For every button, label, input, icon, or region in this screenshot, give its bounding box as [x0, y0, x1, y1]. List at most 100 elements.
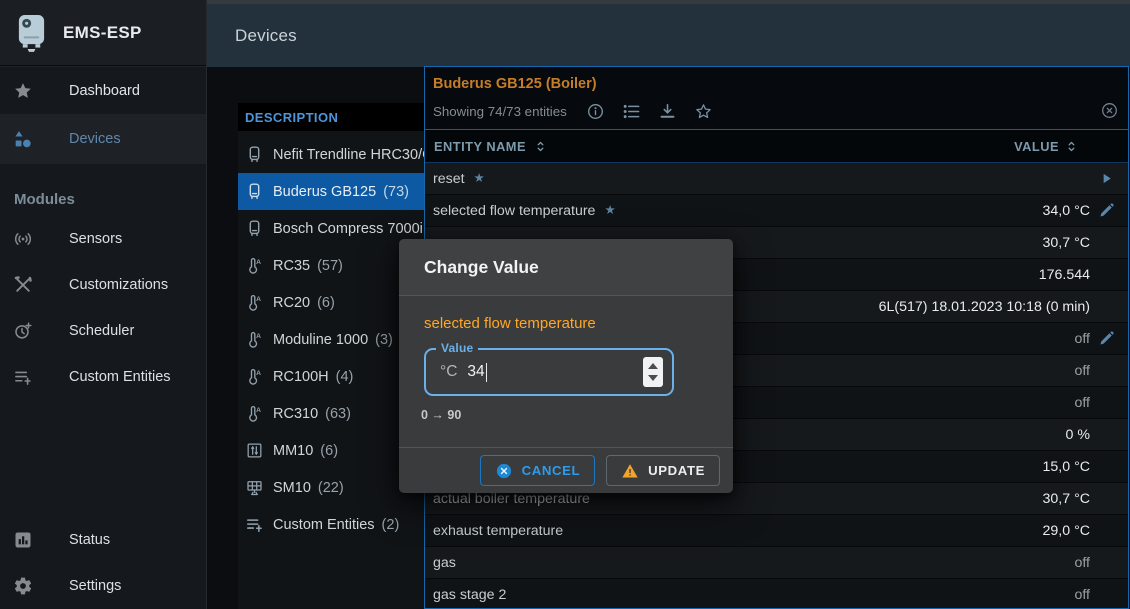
sidebar-item-label: Devices: [69, 131, 121, 147]
entity-name: reset: [433, 171, 465, 187]
device-list: Nefit Trendline HRC30/C Buderus GB125 (7…: [238, 131, 426, 543]
info-icon[interactable]: [586, 102, 605, 121]
cancel-button-label: CANCEL: [522, 463, 581, 478]
value-input[interactable]: Value °C 34: [424, 348, 674, 396]
device-item-rc310[interactable]: A RC310 (63): [238, 395, 426, 432]
solar-icon: [245, 478, 264, 497]
device-item-rc100h[interactable]: A RC100H (4): [238, 358, 426, 395]
value-column-label: VALUE: [1014, 139, 1059, 154]
device-label: RC35: [273, 258, 310, 274]
thermostat-icon: A: [245, 367, 264, 386]
run-command-icon[interactable]: [1098, 170, 1115, 187]
device-entity-count: (6): [320, 443, 338, 459]
boiler-icon: [245, 182, 264, 201]
device-item-nefit-trendline-hrc30-c[interactable]: Nefit Trendline HRC30/C: [238, 136, 426, 173]
sidebar-item-customizations[interactable]: Customizations: [0, 262, 206, 308]
entity-value: 34,0 °C: [1043, 203, 1090, 219]
ems-esp-app: EMS-ESP Dashboard Devices Modules Sensor…: [0, 0, 1130, 609]
entity-name-column-label: ENTITY NAME: [434, 139, 526, 154]
device-item-moduline-1000[interactable]: A Moduline 1000 (3): [238, 321, 426, 358]
device-entity-count: (22): [318, 480, 344, 496]
device-label: Nefit Trendline HRC30/C: [273, 147, 426, 163]
sort-icon[interactable]: [533, 139, 548, 154]
sidebar-item-settings[interactable]: Settings: [0, 563, 206, 609]
dialog-entity-label: selected flow temperature: [424, 315, 708, 332]
device-item-custom-entities[interactable]: Custom Entities (2): [238, 506, 426, 543]
thermostat-icon: A: [245, 293, 264, 312]
device-item-bosch-compress-7000i[interactable]: Bosch Compress 7000i: [238, 210, 426, 247]
device-label: RC310: [273, 406, 318, 422]
spinner-down-icon[interactable]: [648, 375, 658, 381]
change-value-dialog: Change Value selected flow temperature V…: [399, 239, 733, 493]
clock-plus-icon: [13, 321, 33, 341]
spinner-up-icon[interactable]: [648, 363, 658, 369]
dialog-title: Change Value: [424, 257, 539, 278]
sidebar-item-custom-entities[interactable]: Custom Entities: [0, 354, 206, 400]
app-logo-row: EMS-ESP: [0, 0, 206, 66]
entity-name: gas: [433, 555, 456, 571]
sidebar: EMS-ESP Dashboard Devices Modules Sensor…: [0, 0, 207, 609]
device-label: Bosch Compress 7000i: [273, 221, 423, 237]
sort-icon[interactable]: [1064, 139, 1079, 154]
entity-name: exhaust temperature: [433, 523, 563, 539]
close-panel-icon[interactable]: [1100, 101, 1119, 120]
entity-value: off: [1074, 395, 1090, 411]
table-row: gas stage 2 off: [425, 579, 1128, 608]
cancel-button[interactable]: CANCEL: [480, 455, 596, 486]
boiler-icon: [245, 145, 264, 164]
entity-value: off: [1074, 363, 1090, 379]
entity-value: off: [1074, 331, 1090, 347]
device-label: Custom Entities: [273, 517, 375, 533]
device-list-header[interactable]: DESCRIPTION: [238, 103, 426, 131]
entity-name-column-header[interactable]: ENTITY NAME: [434, 139, 1014, 154]
device-entity-count: (2): [382, 517, 400, 533]
entity-value: 15,0 °C: [1043, 459, 1090, 475]
cancel-circle-icon: [495, 462, 513, 480]
entity-name: selected flow temperature: [433, 203, 595, 219]
sidebar-item-dashboard[interactable]: Dashboard: [0, 66, 206, 115]
star-outline-icon[interactable]: [694, 102, 713, 121]
sidebar-item-scheduler[interactable]: Scheduler: [0, 308, 206, 354]
svg-text:A: A: [256, 296, 261, 303]
favorite-star-icon: ★: [474, 172, 485, 185]
edit-pencil-icon[interactable]: [1098, 330, 1115, 347]
sidebar-item-devices[interactable]: Devices: [0, 115, 206, 164]
app-title: EMS-ESP: [63, 23, 142, 43]
device-item-rc20[interactable]: A RC20 (6): [238, 284, 426, 321]
warning-icon: [621, 462, 639, 480]
value-column-header[interactable]: VALUE: [1014, 139, 1079, 154]
svg-text:A: A: [256, 333, 261, 340]
list-view-icon[interactable]: [622, 102, 641, 121]
device-item-rc35[interactable]: A RC35 (57): [238, 247, 426, 284]
download-icon[interactable]: [658, 102, 677, 121]
sidebar-item-status[interactable]: Status: [0, 517, 206, 563]
entity-value: 30,7 °C: [1043, 491, 1090, 507]
device-item-buderus-gb125[interactable]: Buderus GB125 (73): [238, 173, 426, 210]
text-cursor: [486, 363, 488, 382]
edit-pencil-icon[interactable]: [1098, 202, 1115, 219]
device-list-panel: DESCRIPTION Nefit Trendline HRC30/C Bude…: [238, 103, 426, 609]
sidebar-item-sensors[interactable]: Sensors: [0, 216, 206, 262]
value-range-hint: 0 → 90: [421, 408, 708, 422]
number-spinner: [643, 357, 663, 387]
device-item-sm10[interactable]: SM10 (22): [238, 469, 426, 506]
svg-text:A: A: [256, 259, 261, 266]
entity-name: gas stage 2: [433, 587, 506, 603]
boiler-icon: [245, 219, 264, 238]
entity-value: off: [1074, 587, 1090, 603]
update-button-label: UPDATE: [648, 463, 705, 478]
table-row: selected flow temperature ★ 34,0 °C: [425, 195, 1128, 227]
unit-label: °C: [440, 363, 457, 381]
device-entity-count: (4): [336, 369, 354, 385]
update-button[interactable]: UPDATE: [606, 455, 720, 486]
device-item-mm10[interactable]: MM10 (6): [238, 432, 426, 469]
signal-icon: [13, 229, 33, 249]
showing-entities-label: Showing 74/73 entities: [433, 104, 567, 119]
star-icon: [13, 81, 33, 101]
table-row: reset ★: [425, 163, 1128, 195]
device-label: SM10: [273, 480, 311, 496]
sidebar-modules: Sensors Customizations Scheduler Custom …: [0, 216, 206, 400]
top-header-bar: Devices: [207, 4, 1130, 67]
dialog-body: selected flow temperature Value °C 34 0 …: [399, 296, 733, 447]
chart-icon: [13, 530, 33, 550]
